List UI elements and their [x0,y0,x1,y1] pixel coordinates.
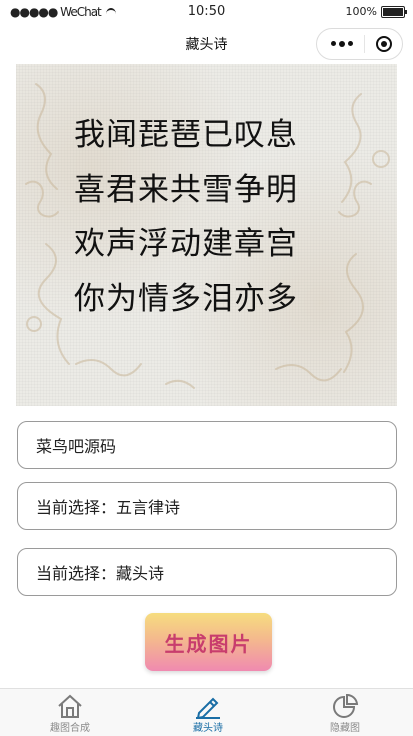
tab-fun-image[interactable]: 趣图合成 [10,689,130,736]
poem-text: 我闻琵琶已叹息 喜君来共雪争明 欢声浮动建章宫 你为情多泪亦多 [74,108,374,326]
tab-label: 隐藏图 [330,723,360,734]
tab-bar: 趣图合成 藏头诗 隐藏图 [0,688,413,736]
poem-line: 你为情多泪亦多 [74,280,298,317]
poem-mode-value: 当前选择：藏头诗 [36,564,165,583]
tab-label: 趣图合成 [50,723,90,734]
more-icon[interactable] [331,41,353,47]
name-input-value: 菜鸟吧源码 [36,437,117,456]
pen-icon [196,697,220,719]
nav-bar: 藏头诗 [0,24,413,64]
poem-line: 喜君来共雪争明 [74,171,298,208]
battery-percent: 100% [345,5,377,18]
mini-program-capsule [316,28,403,60]
poem-line: 我闻琵琶已叹息 [74,117,298,153]
tab-acrostic[interactable]: 藏头诗 [148,689,268,736]
poem-mode-picker[interactable]: 当前选择：藏头诗 [17,548,397,596]
poem-type-value: 当前选择：五言律诗 [36,498,181,517]
battery-icon [381,5,407,18]
name-input[interactable]: 菜鸟吧源码 [17,421,397,469]
poem-type-picker[interactable]: 当前选择：五言律诗 [17,482,397,530]
house-icon [58,694,82,718]
poem-canvas: 我闻琵琶已叹息 喜君来共雪争明 欢声浮动建章宫 你为情多泪亦多 [16,64,397,406]
tab-hidden-image[interactable]: 隐藏图 [285,689,405,736]
poem-line: 欢声浮动建章宫 [74,226,298,262]
capsule-divider [364,35,365,53]
generate-image-label: 生成图片 [164,631,253,656]
generate-image-button[interactable]: 生成图片 [145,613,272,671]
status-right: 100% [345,5,407,18]
tab-label: 藏头诗 [193,723,223,734]
pie-chart-icon [333,693,359,718]
close-target-icon[interactable] [376,36,392,52]
status-bar: ●●●●● WeChat 10:50 100% [0,0,413,24]
